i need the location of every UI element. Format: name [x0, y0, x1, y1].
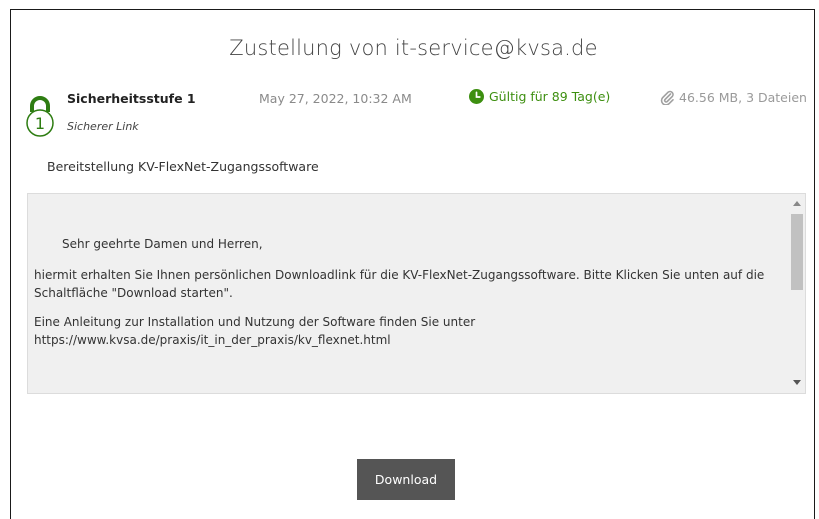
security-level-number: 1 [35, 114, 45, 133]
validity-text: Gültig für 89 Tag(e) [489, 89, 611, 104]
message-paragraph-2: Eine Anleitung zur Installation und Nutz… [34, 313, 779, 350]
validity-info: Gültig für 89 Tag(e) [469, 89, 610, 104]
scroll-up-arrow-icon[interactable] [793, 201, 801, 206]
lock-icon: 1 [26, 96, 54, 137]
message-scrollbar[interactable] [789, 194, 805, 393]
security-level-label: Sicherheitsstufe 1 [67, 91, 196, 106]
attachments-info: 46.56 MB, 3 Dateien [659, 89, 807, 105]
message-paragraph-1: hiermit erhalten Sie Ihnen persönlichen … [34, 267, 765, 301]
message-greeting: Sehr geehrte Damen und Herren, [62, 237, 263, 251]
scroll-down-arrow-icon[interactable] [793, 380, 801, 385]
clock-icon [469, 89, 484, 104]
attachments-text: 46.56 MB, 3 Dateien [679, 89, 807, 105]
delivery-date: May 27, 2022, 10:32 AM [259, 91, 412, 106]
message-paragraph-2-text: Eine Anleitung zur Installation und Nutz… [34, 314, 476, 329]
message-body-text: Sehr geehrte Damen und Herren, hiermit e… [34, 235, 779, 360]
download-button[interactable]: Download [357, 459, 455, 500]
scrollbar-thumb[interactable] [791, 214, 803, 290]
delivery-panel: Zustellung von it-service@kvsa.de 1 Sich… [10, 9, 815, 519]
page-title: Zustellung von it-service@kvsa.de [229, 36, 598, 60]
paperclip-icon [660, 90, 674, 105]
link-type-label: Sicherer Link [67, 120, 139, 133]
message-body-box[interactable]: Sehr geehrte Damen und Herren, hiermit e… [27, 193, 806, 394]
message-paragraph-2-url: https://www.kvsa.de/praxis/it_in_der_pra… [34, 333, 391, 347]
message-subject: Bereitstellung KV-FlexNet-Zugangssoftwar… [47, 159, 319, 174]
